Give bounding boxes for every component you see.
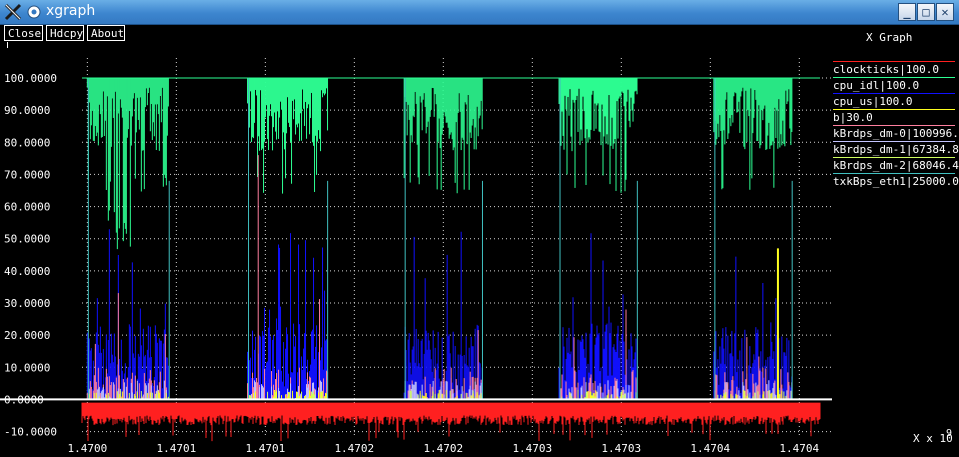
legend-swatch: [833, 125, 955, 126]
legend-swatch: [833, 109, 955, 110]
hardcopy-button[interactable]: Hdcpy: [46, 25, 84, 41]
text-cursor: [7, 42, 8, 48]
series-kbrdps-dm-1: [88, 380, 793, 400]
legend-swatch: [833, 93, 955, 94]
legend-item: kBrdps_dm-0|100996.8: [833, 127, 959, 140]
legend-item: kBrdps_dm-2|68046.4: [833, 159, 959, 172]
y-tick-label: 100.0000: [4, 72, 57, 85]
about-button[interactable]: About: [87, 25, 125, 41]
legend-item: txkBps_eth1|25000.0: [833, 175, 959, 188]
window-menu-icon[interactable]: [25, 3, 43, 21]
xgraph-window: xgraph _ □ ✕ -10.0000 0.0000 10.0000 20.000…: [0, 0, 959, 457]
y-tick-label: 30.0000: [4, 297, 50, 310]
x-tick-label: 1.4703: [601, 442, 641, 455]
y-tick-label: 10.0000: [4, 361, 50, 374]
legend-item: cpu_us|100.0: [833, 95, 913, 108]
y-tick-label: 20.0000: [4, 329, 50, 342]
series-cpu-us: [86, 229, 793, 400]
title-bar[interactable]: xgraph _ □ ✕: [0, 0, 959, 25]
chart-title: X Graph: [866, 31, 913, 44]
x-tick-label: 1.4702: [423, 442, 463, 455]
y-tick-label: 80.0000: [4, 136, 50, 149]
y-tick-label: -10.0000: [4, 426, 57, 439]
x-tick-label: 1.4702: [334, 442, 374, 455]
legend-swatch: [833, 77, 955, 78]
series-cpu-idl: [82, 77, 820, 250]
y-tick-label: 70.0000: [4, 168, 50, 181]
x-tick-label: 1.4704: [779, 442, 819, 455]
legend-swatch: [833, 141, 955, 142]
legend-item: cpu_idl|100.0: [833, 79, 920, 92]
y-tick-label: 50.0000: [4, 233, 50, 246]
y-tick-label: 40.0000: [4, 265, 50, 278]
series-clockticks: [81, 402, 821, 442]
x-axis-exponent: 9: [946, 428, 952, 439]
series-layer: [81, 77, 821, 442]
legend-swatch: [833, 61, 955, 62]
x-tick-label: 1.4703: [512, 442, 552, 455]
x-tick-label: 1.4701: [156, 442, 196, 455]
minimize-button[interactable]: _: [898, 3, 916, 21]
x-tick-label: 1.4701: [245, 442, 285, 455]
legend-item: b|30.0: [833, 111, 873, 124]
y-tick-label: 90.0000: [4, 104, 50, 117]
legend-swatch: [833, 173, 955, 174]
legend-swatch: [833, 157, 955, 158]
window-title: xgraph: [46, 3, 96, 19]
plot-area: -10.00000.000010.000020.000030.000040.00…: [0, 58, 953, 455]
close-button[interactable]: Close: [4, 25, 43, 41]
x-tick-label: 1.4704: [690, 442, 730, 455]
legend-item: kBrdps_dm-1|67384.8: [833, 143, 959, 156]
legend-item: clockticks|100.0: [833, 63, 939, 76]
x-logo-icon[interactable]: [4, 3, 22, 21]
maximize-button[interactable]: □: [917, 3, 935, 21]
y-tick-label: 60.0000: [4, 201, 50, 214]
close-window-button[interactable]: ✕: [936, 3, 954, 21]
x-tick-label: 1.4700: [67, 442, 107, 455]
